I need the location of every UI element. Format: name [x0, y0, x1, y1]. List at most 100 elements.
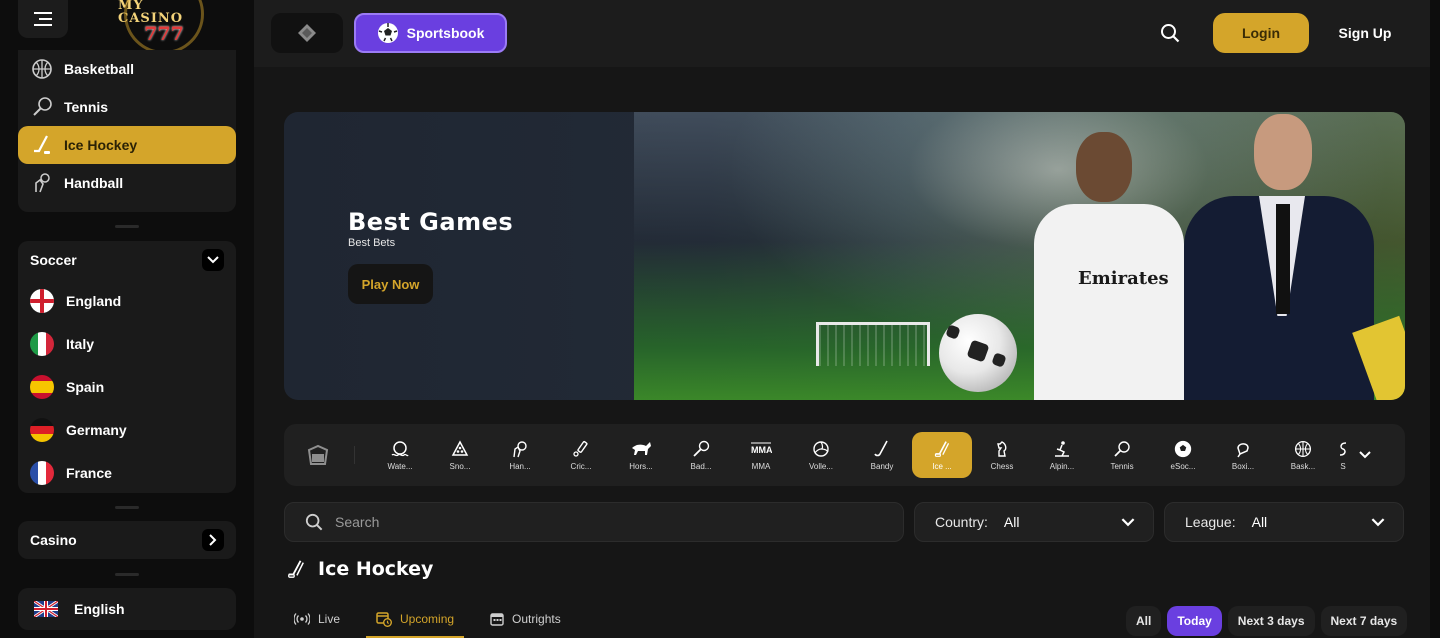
sport-pill-bandy[interactable]: Bandy — [852, 432, 912, 478]
tab-label: Live — [318, 612, 341, 626]
date-filter-all[interactable]: All — [1126, 606, 1162, 636]
sport-pill-label: Ice ... — [932, 462, 952, 471]
england-flag-icon — [30, 288, 54, 313]
sport-pill-label: Bandy — [870, 462, 894, 471]
sidebar-item-label: Ice Hockey — [64, 137, 138, 153]
sport-pill-label: Hors... — [629, 462, 653, 471]
sidebar-item-england[interactable]: England — [18, 279, 236, 322]
sportsbook-tab[interactable]: Sportsbook — [354, 13, 507, 53]
search-input[interactable] — [335, 514, 835, 530]
date-filter-today[interactable]: Today — [1167, 606, 1222, 636]
sport-pill-volleyball[interactable]: Volle... — [791, 432, 851, 478]
sport-pill-boxing[interactable]: Boxi... — [1213, 432, 1273, 478]
sport-pill-badminton[interactable]: Bad... — [671, 432, 731, 478]
league-select-label: League: — [1185, 514, 1236, 530]
country-select[interactable]: Country: All — [914, 502, 1154, 542]
volleyball-icon — [810, 439, 832, 459]
sport-pill-water-polo[interactable]: Wate... — [370, 432, 430, 478]
date-filter-next-3-days[interactable]: Next 3 days — [1227, 606, 1315, 636]
tab-outrights[interactable]: Outrights — [480, 600, 571, 638]
sport-pill-ice-hockey[interactable]: Ice ... — [912, 432, 972, 478]
italy-flag-icon — [30, 331, 54, 356]
sport-pill-mma[interactable]: MMA MMA — [731, 432, 791, 478]
country-label: Italy — [66, 335, 95, 352]
search-button[interactable] — [1154, 13, 1186, 53]
sport-pill-label: S — [1340, 462, 1346, 471]
soccer-ball-icon — [377, 23, 398, 43]
uk-flag-icon — [34, 601, 58, 617]
sidebar-item-germany[interactable]: Germany — [18, 408, 236, 451]
sidebar-item-tennis[interactable]: Tennis — [18, 88, 236, 126]
sidebar-item-italy[interactable]: Italy — [18, 322, 236, 365]
sport-pill-label: Han... — [509, 462, 531, 471]
sport-pill-cricket[interactable]: Cric... — [551, 432, 611, 478]
casino-header[interactable]: Casino — [18, 521, 236, 559]
chevron-right-icon[interactable] — [202, 529, 224, 551]
tennis-racket-icon — [30, 95, 54, 119]
search-field[interactable] — [284, 502, 904, 542]
sport-pill-alpine-skiing[interactable]: Alpin... — [1032, 432, 1092, 478]
sports-home-button[interactable] — [298, 435, 338, 475]
sport-pill-sport[interactable]: S — [1333, 432, 1353, 478]
sport-pill-esoccer[interactable]: eSoc... — [1153, 432, 1213, 478]
casino-title: Casino — [30, 532, 77, 548]
chevron-down-icon[interactable] — [1354, 444, 1376, 466]
sport-pill-handball[interactable]: Han... — [490, 432, 550, 478]
calendar-icon — [490, 613, 504, 626]
casino-panel[interactable]: Casino — [18, 521, 236, 559]
france-flag-icon — [30, 460, 54, 485]
country-select-value: All — [1003, 514, 1020, 530]
section-title: Ice Hockey — [318, 558, 434, 580]
section-heading: Ice Hockey — [286, 558, 433, 580]
sport-pill-label: MMA — [751, 462, 771, 471]
country-label: France — [66, 464, 112, 481]
login-button[interactable]: Login — [1213, 13, 1309, 53]
country-select-label: Country: — [935, 514, 988, 530]
menu-button[interactable] — [18, 0, 68, 38]
sidebar-item-label: Basketball — [64, 61, 135, 77]
goal-image — [816, 322, 930, 366]
sport-pill-label: eSoc... — [1170, 462, 1196, 471]
sport-pill-basketball[interactable]: Bask... — [1273, 432, 1333, 478]
soccer-title: Soccer — [30, 252, 77, 268]
play-now-button[interactable]: Play Now — [348, 264, 433, 304]
sidebar-item-ice-hockey[interactable]: Ice Hockey — [18, 126, 236, 164]
tab-label: Upcoming — [400, 612, 455, 626]
sport-pill-chess[interactable]: Chess — [972, 432, 1032, 478]
sidebar-item-handball[interactable]: Handball — [18, 164, 236, 202]
germany-flag-icon — [30, 417, 54, 442]
date-filter-next-7-days[interactable]: Next 7 days — [1320, 606, 1408, 636]
calendar-clock-icon — [376, 612, 393, 627]
esoccer-icon — [1172, 439, 1194, 459]
sport-pill-tennis[interactable]: Tennis — [1092, 432, 1152, 478]
date-filter-group: All Today Next 3 days Next 7 days — [1126, 606, 1408, 636]
menu-icon — [34, 12, 52, 26]
tab-upcoming[interactable]: Upcoming — [366, 600, 465, 638]
chevron-down-icon[interactable] — [202, 249, 224, 271]
tennis-icon — [1111, 439, 1133, 459]
sidebar-item-basketball[interactable]: Basketball — [18, 50, 236, 88]
sport-pill-snooker[interactable]: Sno... — [430, 432, 490, 478]
boxing-icon — [1232, 439, 1254, 459]
sport-pill-horse-racing[interactable]: Hors... — [611, 432, 671, 478]
casino-logo[interactable]: MY CASINO 777 — [118, 0, 210, 54]
badminton-icon — [690, 439, 712, 459]
svg-text:MMA: MMA — [751, 445, 772, 455]
horse-racing-icon — [630, 439, 652, 459]
diamond-icon — [298, 24, 316, 42]
ice-hockey-icon — [931, 439, 953, 459]
handball-icon — [30, 171, 54, 195]
snooker-icon — [449, 439, 471, 459]
soccer-header[interactable]: Soccer — [18, 241, 236, 279]
sport-pill-label: Bask... — [1290, 462, 1316, 471]
sport-pill-label: Volle... — [808, 462, 833, 471]
sidebar-item-france[interactable]: France — [18, 451, 236, 494]
tab-live[interactable]: Live — [284, 600, 350, 638]
language-selector[interactable]: English — [18, 588, 236, 630]
league-select[interactable]: League: All — [1164, 502, 1404, 542]
sport-pill-label: Cric... — [570, 462, 592, 471]
sidebar-item-spain[interactable]: Spain — [18, 365, 236, 408]
casino-tab[interactable] — [271, 13, 343, 53]
sidebar-item-label: Tennis — [64, 99, 109, 115]
signup-button[interactable]: Sign Up — [1326, 13, 1404, 53]
